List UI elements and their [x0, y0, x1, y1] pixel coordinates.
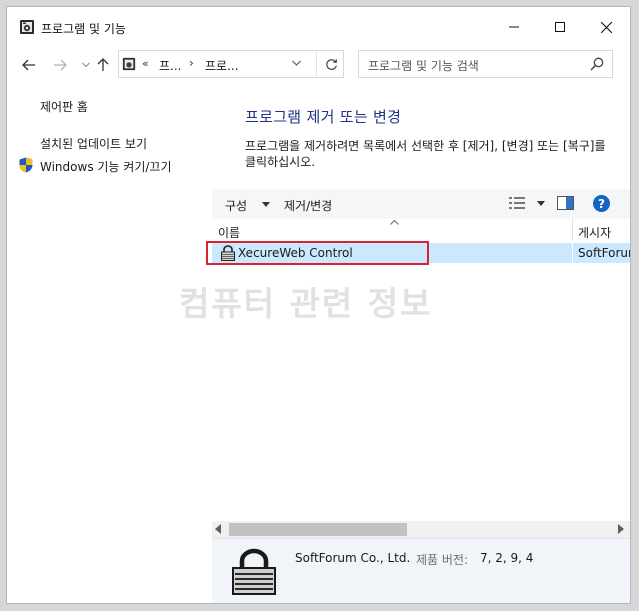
address-bar[interactable]: « 프... › 프로...: [118, 50, 344, 78]
organize-button[interactable]: 구성: [225, 197, 247, 214]
annotation-highlight: [206, 241, 429, 265]
details-view-icon[interactable]: [509, 196, 527, 210]
page-description: 프로그램을 제거하려면 목록에서 선택한 후 [제거], [변경] 또는 [복구…: [245, 139, 606, 169]
column-header-name[interactable]: 이름: [218, 224, 240, 241]
programs-features-icon: [20, 20, 34, 34]
forward-button[interactable]: [51, 56, 69, 74]
minimize-button[interactable]: [491, 7, 537, 47]
preview-pane-icon[interactable]: [557, 196, 574, 210]
uninstall-change-button[interactable]: 제거/변경: [284, 197, 332, 214]
sidebar-item-control-panel-home[interactable]: 제어판 홈: [40, 98, 88, 115]
scroll-right-icon[interactable]: [616, 524, 625, 534]
arrow-up-icon: [97, 58, 109, 71]
programs-and-features-window: 프로그램 및 기능 « 프... › 프로... 프로그램 및 기능 검색 제어…: [6, 6, 631, 604]
address-dropdown-icon[interactable]: [292, 60, 301, 66]
details-publisher: SoftForum Co., Ltd.: [295, 551, 411, 565]
search-box[interactable]: 프로그램 및 기능 검색: [358, 50, 613, 78]
search-icon[interactable]: [590, 57, 604, 71]
scrollbar-thumb[interactable]: [229, 523, 407, 536]
search-placeholder[interactable]: 프로그램 및 기능 검색: [368, 57, 479, 74]
close-button[interactable]: [583, 7, 629, 47]
address-overflow[interactable]: «: [142, 57, 149, 70]
program-publisher[interactable]: SoftForum: [578, 246, 630, 260]
breadcrumb-separator-icon[interactable]: ›: [189, 56, 194, 70]
navigation-bar: « 프... › 프로... 프로그램 및 기능 검색: [7, 47, 630, 81]
maximize-icon: [555, 22, 565, 32]
maximize-button[interactable]: [537, 7, 583, 47]
view-options-caret-icon[interactable]: [537, 201, 545, 206]
recent-locations-button[interactable]: [77, 56, 95, 74]
close-icon: [600, 21, 612, 33]
back-button[interactable]: [20, 56, 38, 74]
arrow-left-icon: [22, 59, 35, 71]
watermark: 컴퓨터 관련 정보: [179, 284, 433, 323]
column-divider[interactable]: [572, 219, 573, 241]
command-bar: 구성 제거/변경 ?: [212, 189, 630, 219]
refresh-icon: [325, 58, 337, 70]
chevron-down-icon: [82, 62, 90, 68]
row-divider: [572, 243, 573, 263]
breadcrumb-programs[interactable]: 프로...: [205, 57, 239, 74]
minimize-icon: [509, 26, 519, 28]
sort-ascending-icon: [390, 220, 399, 225]
help-icon[interactable]: ?: [593, 195, 610, 212]
breadcrumb-control-panel[interactable]: 프...: [159, 57, 181, 74]
arrow-right-icon: [54, 59, 67, 71]
up-button[interactable]: [94, 56, 112, 74]
horizontal-scrollbar[interactable]: [212, 521, 630, 538]
details-pane: SoftForum Co., Ltd. 제품 버전: 7, 2, 9, 4: [212, 538, 630, 603]
refresh-button[interactable]: [316, 51, 345, 77]
sidebar-item-installed-updates[interactable]: 설치된 업데이트 보기: [40, 135, 147, 152]
padlock-large-icon: [232, 548, 276, 595]
column-header-publisher[interactable]: 게시자: [578, 224, 611, 241]
scroll-left-icon[interactable]: [214, 524, 223, 534]
uac-shield-icon: [19, 157, 33, 173]
control-panel-icon: [122, 57, 136, 71]
list-header: 이름 게시자: [212, 219, 630, 241]
window-title: 프로그램 및 기능: [41, 22, 126, 36]
page-title: 프로그램 제거 또는 변경: [245, 108, 402, 126]
caret-down-icon[interactable]: [262, 202, 270, 207]
title-bar: 프로그램 및 기능: [7, 7, 630, 47]
details-version-label: 제품 버전:: [416, 553, 469, 567]
details-version: 7, 2, 9, 4: [480, 551, 534, 565]
sidebar-item-windows-features[interactable]: Windows 기능 켜기/끄기: [40, 158, 171, 175]
